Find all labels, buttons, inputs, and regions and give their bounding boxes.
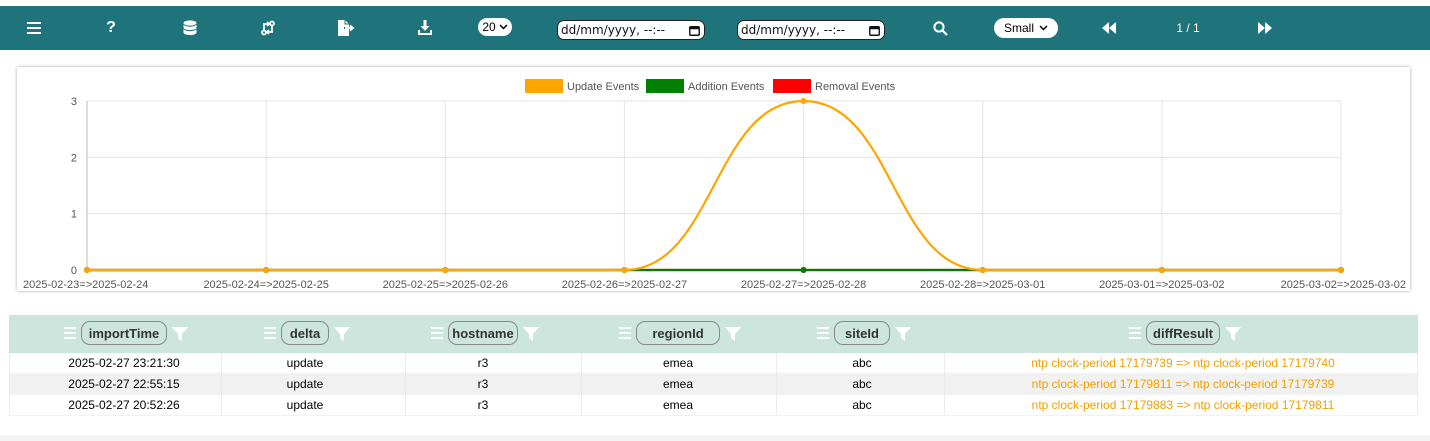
cell-delta: update	[286, 356, 324, 370]
footer-strip	[0, 435, 1430, 441]
legend-swatch	[646, 79, 684, 93]
column-menu-icon[interactable]	[1129, 327, 1141, 341]
cell-diffresult: ntp clock-period 17179811 => ntp clock-p…	[1031, 377, 1335, 391]
column-header-importtime[interactable]: importTime	[81, 321, 167, 345]
series-line-update-events	[87, 99, 1341, 272]
data-point	[442, 267, 449, 273]
y-tick-label: 0	[71, 265, 77, 277]
download-icon[interactable]	[405, 6, 445, 50]
data-point	[800, 267, 807, 273]
calendar-icon[interactable]	[689, 25, 700, 36]
cell-delta: update	[286, 377, 324, 391]
chevron-down-icon	[1039, 25, 1048, 31]
cell-diffresult: ntp clock-period 17179739 => ntp clock-p…	[1031, 356, 1335, 370]
column-menu-icon[interactable]	[264, 327, 276, 341]
events-line-chart: 0 1 2 3 2025-02-23=>2025-02-24 2025-02-24=>20…	[23, 79, 1406, 291]
y-tick-label: 3	[71, 96, 77, 108]
legend-label: Update Events	[567, 81, 640, 93]
filter-icon[interactable]	[725, 327, 741, 341]
x-tick-label: 2025-02-24=>2025-02-25	[203, 279, 328, 291]
first-page-icon[interactable]	[1089, 6, 1129, 50]
data-point	[1338, 267, 1344, 273]
cell-regionid: emea	[662, 356, 694, 370]
column-header-hostname[interactable]: hostname	[448, 321, 518, 345]
x-tick-label: 2025-02-27=>2025-02-28	[741, 279, 866, 291]
date-from-placeholder: dd/mm/yyyy, --:--	[561, 23, 666, 37]
grid-header: importTime delta hostname regionId siteId dif…	[9, 315, 1418, 353]
date-from-input[interactable]: dd/mm/yyyy, --:--	[557, 20, 705, 40]
column-divider	[776, 353, 777, 415]
filter-icon[interactable]	[334, 327, 350, 341]
data-point	[621, 267, 628, 273]
compare-icon[interactable]	[248, 6, 288, 50]
x-tick-label: 2025-03-01=>2025-03-02	[1099, 279, 1224, 291]
cell-importtime: 2025-02-27 23:21:30	[68, 356, 180, 370]
column-divider	[405, 353, 406, 415]
cell-importtime: 2025-02-27 22:55:15	[68, 377, 180, 391]
date-to-placeholder: dd/mm/yyyy, --:--	[741, 23, 846, 37]
x-tick-label: 2025-03-02=>2025-03-02	[1281, 279, 1406, 291]
cell-hostname: r3	[477, 398, 489, 412]
x-tick-label: 2025-02-25=>2025-02-26	[383, 279, 508, 291]
legend-swatch	[525, 79, 563, 93]
size-select[interactable]: Small	[994, 18, 1058, 38]
column-header-diffresult[interactable]: diffResult	[1146, 321, 1220, 345]
y-tick-label: 2	[71, 152, 77, 164]
filter-icon[interactable]	[895, 327, 911, 341]
legend-swatch	[773, 79, 811, 93]
data-point	[979, 267, 986, 273]
calendar-icon[interactable]	[869, 25, 880, 36]
filter-icon[interactable]	[523, 327, 539, 341]
data-point	[1158, 267, 1165, 273]
filter-icon[interactable]	[1225, 327, 1241, 341]
search-icon[interactable]	[920, 6, 960, 50]
cell-hostname: r3	[477, 356, 489, 370]
x-tick-label: 2025-02-28=>2025-03-01	[920, 279, 1045, 291]
cell-regionid: emea	[662, 398, 694, 412]
data-point	[800, 98, 807, 104]
database-icon[interactable]	[170, 6, 210, 50]
size-select-value: Small	[1003, 21, 1034, 35]
cell-importtime: 2025-02-27 20:52:26	[68, 398, 180, 412]
column-divider	[1417, 353, 1418, 415]
data-point	[263, 267, 270, 273]
filter-icon[interactable]	[172, 327, 188, 341]
y-tick-label: 1	[71, 209, 77, 221]
column-divider	[221, 353, 222, 415]
export-icon[interactable]	[326, 6, 366, 50]
legend-label: Removal Events	[815, 81, 896, 93]
cell-siteid: abc	[852, 398, 872, 412]
cell-siteid: abc	[852, 356, 872, 370]
column-divider	[9, 353, 10, 415]
column-menu-icon[interactable]	[619, 327, 631, 341]
cell-regionid: emea	[662, 377, 694, 391]
column-menu-icon[interactable]	[64, 327, 76, 341]
column-menu-icon[interactable]	[817, 327, 829, 341]
column-header-siteid[interactable]: siteId	[834, 321, 890, 345]
page-size-value: 20	[482, 20, 496, 34]
help-icon[interactable]: ?	[91, 6, 131, 50]
date-to-input[interactable]: dd/mm/yyyy, --:--	[737, 20, 885, 40]
column-divider	[581, 353, 582, 415]
menu-icon[interactable]	[14, 6, 54, 50]
x-tick-label: 2025-02-26=>2025-02-27	[562, 279, 687, 291]
events-chart: 0 1 2 3 2025-02-23=>2025-02-24 2025-02-24=>20…	[17, 67, 1410, 291]
toolbar: ? 20 dd/mm/yyyy, --:-- dd/mm/yyyy, --:--…	[0, 6, 1430, 50]
legend-label: Addition Events	[688, 81, 765, 93]
cell-hostname: r3	[477, 377, 489, 391]
cell-diffresult: ntp clock-period 17179883 => ntp clock-p…	[1031, 398, 1335, 412]
x-tick-label: 2025-02-23=>2025-02-24	[23, 279, 148, 291]
last-page-icon[interactable]	[1245, 6, 1285, 50]
column-header-delta[interactable]: delta	[281, 321, 329, 345]
cell-siteid: abc	[852, 377, 872, 391]
cell-delta: update	[286, 398, 324, 412]
chevron-down-icon	[499, 24, 508, 30]
column-divider	[944, 353, 945, 415]
page-indicator: 1 / 1	[1176, 21, 1200, 35]
data-point	[84, 267, 90, 273]
column-header-regionid[interactable]: regionId	[636, 321, 720, 345]
column-menu-icon[interactable]	[431, 327, 443, 341]
page-size-select[interactable]: 20	[478, 18, 512, 36]
